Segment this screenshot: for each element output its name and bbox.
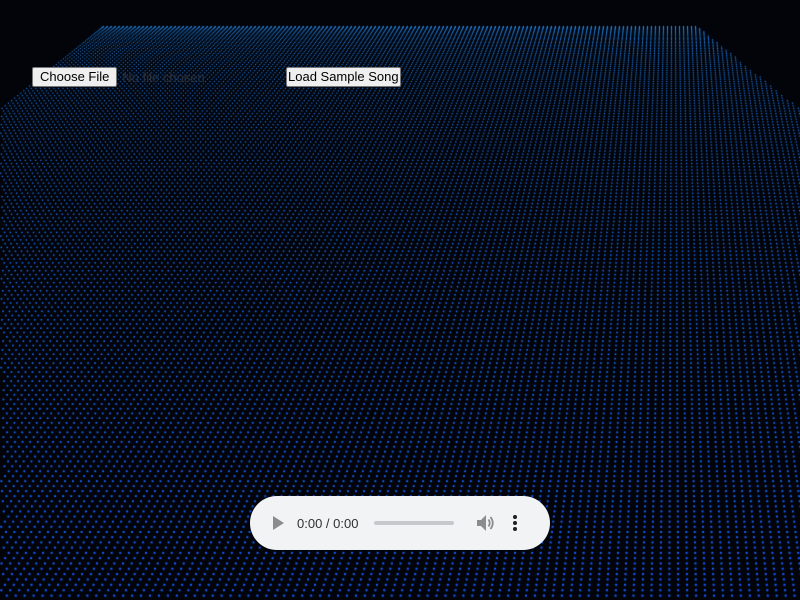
choose-file-button[interactable]: Choose File (32, 67, 118, 87)
volume-icon[interactable] (476, 513, 496, 533)
load-sample-song-button[interactable]: Load Sample Song (286, 67, 401, 87)
play-icon[interactable] (270, 515, 286, 531)
audio-player: 0:00 / 0:00 (250, 496, 550, 550)
more-vert-icon[interactable] (510, 513, 520, 533)
file-status-text: No file chosen (122, 69, 205, 85)
file-input[interactable]: Choose File No file chosen (32, 67, 205, 87)
visualizer-stage: Choose File No file chosen Load Sample S… (0, 0, 800, 600)
time-display: 0:00 / 0:00 (297, 515, 359, 531)
seek-slider[interactable] (374, 521, 455, 525)
